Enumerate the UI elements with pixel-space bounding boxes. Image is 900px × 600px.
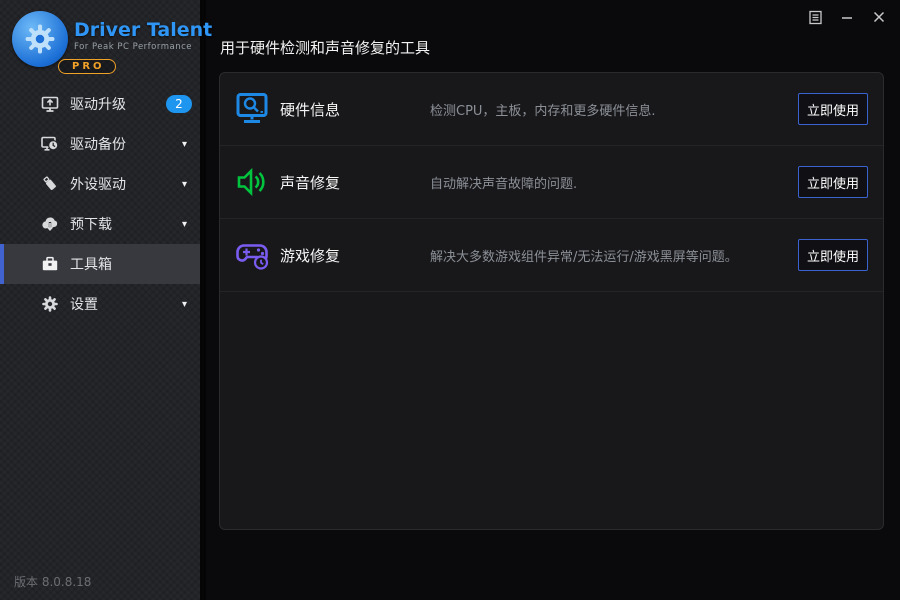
app-logo: Driver Talent For Peak PC Performance PR…	[10, 9, 212, 74]
logo-gear-icon	[12, 11, 68, 67]
sidebar-item-peripheral-drivers[interactable]: 外设驱动 ▾	[0, 164, 200, 204]
use-now-button[interactable]: 立即使用	[798, 166, 868, 198]
pro-badge: PRO	[58, 59, 116, 74]
version-label: 版本 8.0.8.18	[14, 575, 92, 589]
tools-panel: 硬件信息 检测CPU，主板，内存和更多硬件信息. 立即使用 声音修复 自动解决声…	[219, 72, 884, 530]
sidebar-item-label: 预下载	[70, 217, 112, 233]
tool-row-sound-repair: 声音修复 自动解决声音故障的问题. 立即使用	[220, 146, 883, 219]
tool-row-game-repair: 游戏修复 解决大多数游戏组件异常/无法运行/游戏黑屏等问题。 立即使用	[220, 219, 883, 292]
chevron-down-icon: ▾	[181, 138, 187, 150]
gear-icon	[40, 294, 62, 314]
use-now-button[interactable]: 立即使用	[798, 239, 868, 271]
tool-row-hardware-info: 硬件信息 检测CPU，主板，内存和更多硬件信息. 立即使用	[220, 73, 883, 146]
tool-name: 游戏修复	[280, 246, 341, 265]
cloud-download-icon	[40, 214, 62, 234]
window-controls	[806, 8, 888, 26]
chevron-down-icon: ▾	[181, 298, 187, 310]
app-subtitle: For Peak PC Performance	[74, 42, 192, 52]
sidebar: Driver Talent For Peak PC Performance PR…	[0, 0, 212, 600]
sidebar-item-label: 设置	[70, 297, 98, 313]
tool-name: 硬件信息	[280, 100, 341, 119]
chevron-down-icon: ▾	[181, 178, 187, 190]
minimize-icon[interactable]	[838, 8, 856, 26]
sidebar-item-label: 外设驱动	[70, 177, 126, 193]
usb-drive-icon	[40, 174, 62, 194]
tool-description: 解决大多数游戏组件异常/无法运行/游戏黑屏等问题。	[430, 249, 738, 265]
monitor-clock-icon	[40, 134, 62, 154]
tool-description: 检测CPU，主板，内存和更多硬件信息.	[430, 103, 656, 119]
sidebar-item-settings[interactable]: 设置 ▾	[0, 284, 200, 324]
close-icon[interactable]	[870, 8, 888, 26]
app-title: Driver Talent	[74, 19, 213, 41]
sidebar-item-toolbox[interactable]: 工具箱	[0, 244, 200, 284]
page-title: 用于硬件检测和声音修复的工具	[220, 39, 431, 57]
sidebar-item-label: 驱动备份	[70, 137, 126, 153]
sidebar-item-label: 工具箱	[70, 257, 112, 273]
monitor-search-icon	[234, 90, 270, 128]
sidebar-item-driver-upgrade[interactable]: 驱动升级 2	[0, 84, 200, 124]
update-count-badge: 2	[166, 95, 192, 113]
use-now-button[interactable]: 立即使用	[798, 93, 868, 125]
tool-name: 声音修复	[280, 173, 341, 192]
monitor-upload-icon	[40, 94, 62, 114]
toolbox-icon	[40, 254, 62, 274]
menu-icon[interactable]	[806, 8, 824, 26]
sidebar-item-driver-backup[interactable]: 驱动备份 ▾	[0, 124, 200, 164]
sidebar-item-predownload[interactable]: 预下载 ▾	[0, 204, 200, 244]
chevron-down-icon: ▾	[181, 218, 187, 230]
gamepad-clock-icon	[234, 236, 270, 274]
sidebar-item-label: 驱动升级	[70, 97, 126, 113]
sidebar-menu: 驱动升级 2 驱动备份 ▾ 外设驱动 ▾ 预下载 ▾ 工具箱 设置 ▾	[0, 84, 200, 324]
main-area: 用于硬件检测和声音修复的工具 硬件信息 检测CPU，主板，内存和更多硬件信息. …	[200, 0, 900, 600]
tool-description: 自动解决声音故障的问题.	[430, 176, 578, 192]
speaker-icon	[234, 163, 270, 201]
